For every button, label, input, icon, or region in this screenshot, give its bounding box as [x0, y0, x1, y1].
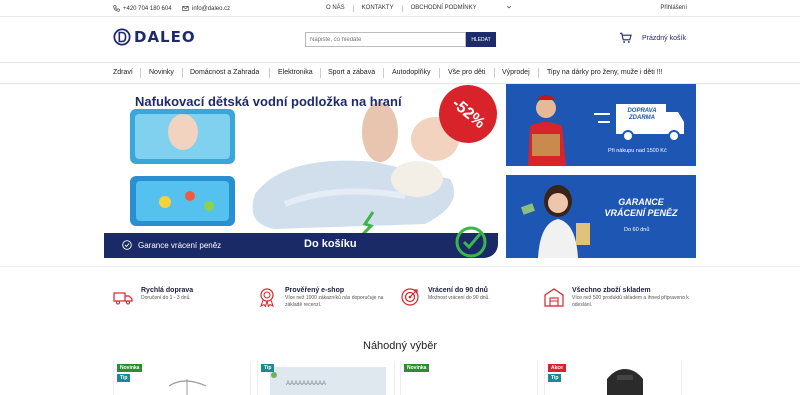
free-shipping-banner[interactable]: DOPRAVA ZDARMA Při nákupu nad 1500 Kč	[506, 84, 696, 166]
benefit-desc: Možnost vrácení do 90 dnů.	[428, 295, 490, 301]
link-contacts[interactable]: KONTAKTY	[354, 5, 403, 12]
product-card[interactable]: Novinka Tip	[113, 361, 251, 395]
benefit-verified-shop: Prověřený e-shop Více než 1000 zákazníků …	[257, 287, 392, 308]
search-input[interactable]	[305, 32, 466, 47]
nav-divider	[269, 68, 270, 78]
login-link[interactable]: Přihlášení	[660, 5, 687, 11]
add-to-cart-button[interactable]: Do košíku	[304, 238, 357, 250]
product-card[interactable]: Novinka	[400, 361, 538, 395]
nav-item-health[interactable]: Zdraví	[113, 69, 133, 76]
benefit-desc: Doručení do 1 - 3 dnů.	[141, 295, 191, 301]
top-bar: +420 704 180 604 info@daleo.cz O NÁS KON…	[0, 0, 800, 17]
daleo-logo-icon	[113, 28, 131, 46]
tag-tip: Tip	[117, 374, 131, 382]
svg-text:AAAAAAAAAA: AAAAAAAAAA	[286, 381, 326, 387]
nav-item-sale[interactable]: Výprodej	[502, 69, 530, 76]
hero-title: Nafukovací dětská vodní podložka na hran…	[135, 94, 402, 109]
free-shipping-line-2: ZDARMA	[629, 115, 655, 121]
phone-contact[interactable]: +420 704 180 604	[113, 5, 172, 12]
product-image: AAAAAAAAAA	[270, 367, 386, 395]
nav-divider	[494, 68, 495, 78]
warehouse-icon	[544, 288, 564, 307]
award-icon	[260, 288, 274, 307]
phone-icon	[113, 5, 120, 12]
hero-cta-bar: Garance vrácení peněz Do košíku	[104, 226, 498, 258]
tag-tip: Tip	[548, 374, 562, 382]
main-nav: Zdraví Novinky Domácnost a Zahrada Elekt…	[0, 63, 800, 84]
nav-divider	[383, 68, 384, 78]
free-shipping-line-1: DOPRAVA	[627, 108, 657, 114]
money-back-line-2: VRÁCENÍ PENĚZ	[604, 208, 678, 218]
logo-text: DALEO	[134, 28, 196, 46]
guarantee-note: Garance vrácení peněz	[122, 240, 221, 250]
nav-item-car-accessories[interactable]: Autodoplňky	[392, 69, 431, 76]
random-selection-title: Náhodný výběr	[363, 340, 437, 352]
guarantee-text: Garance vrácení peněz	[138, 240, 222, 250]
nav-divider	[182, 68, 183, 78]
cart[interactable]: Prázdný košík	[619, 32, 686, 44]
free-shipping-title: DOPRAVA ZDARMA	[620, 108, 664, 122]
product-card[interactable]: Akce Tip	[544, 361, 682, 395]
benefits-row: Rychlá doprava Doručení do 1 - 3 dnů. Pro…	[0, 266, 800, 322]
nav-item-gift-tips[interactable]: Tipy na dárky pro ženy, muže i děti !!!	[547, 69, 663, 76]
search-button[interactable]: HLEDAT	[466, 32, 496, 47]
tag-new: Novinka	[117, 364, 143, 372]
tag-sale: Akce	[548, 364, 566, 372]
benefit-title: Prověřený e-shop	[285, 287, 345, 294]
benefit-in-stock: Všechno zboží skladem Více než 500 produk…	[544, 287, 694, 308]
money-back-title: GARANCE VRÁCENÍ PENĚZ	[601, 197, 681, 219]
benefit-fast-delivery: Rychlá doprava Doručení do 1 - 3 dnů.	[113, 287, 243, 307]
product-card[interactable]: AAAAAAAAAA Tip	[257, 361, 395, 395]
shield-check-icon	[122, 240, 132, 250]
email-contact[interactable]: info@daleo.cz	[182, 5, 230, 12]
target-icon	[401, 288, 419, 306]
benefit-desc: Více než 1000 zákazníků nás doporučuje n…	[285, 295, 384, 308]
header: DALEO HLEDAT Prázdný košík	[0, 17, 800, 63]
benefit-desc: Více než 500 produktů skladem a ihned př…	[572, 295, 689, 308]
money-back-subtitle: Do 60 dnů	[624, 227, 650, 233]
check-circle-icon	[455, 226, 487, 258]
nav-divider	[320, 68, 321, 78]
top-links: O NÁS KONTAKTY OBCHODNÍ PODMÍNKY	[318, 5, 485, 12]
logo[interactable]: DALEO	[113, 28, 196, 46]
benefit-title: Vrácení do 90 dnů	[428, 287, 488, 294]
nav-item-electronics[interactable]: Elektronika	[278, 69, 313, 76]
nav-divider	[439, 68, 440, 78]
tag-new: Novinka	[404, 364, 430, 372]
benefit-title: Všechno zboží skladem	[572, 287, 651, 294]
nav-divider	[538, 68, 539, 78]
cart-label: Prázdný košík	[642, 34, 686, 42]
nav-divider	[140, 68, 141, 78]
nav-item-sport[interactable]: Sport a zábava	[328, 69, 375, 76]
chevron-down-icon[interactable]	[506, 4, 512, 10]
tag-tip: Tip	[261, 364, 275, 372]
money-back-banner[interactable]: GARANCE VRÁCENÍ PENĚZ Do 60 dnů	[506, 175, 696, 258]
truck-icon	[113, 292, 133, 305]
benefit-returns: Vrácení do 90 dnů Možnost vrácení do 90 d…	[400, 287, 530, 307]
cart-icon	[619, 32, 632, 43]
phone-number: +420 704 180 604	[123, 5, 172, 12]
nav-item-news[interactable]: Novinky	[149, 69, 174, 76]
link-about[interactable]: O NÁS	[318, 5, 354, 12]
delivery-man-illustration	[528, 95, 684, 166]
search-form: HLEDAT	[305, 32, 496, 47]
mail-icon	[182, 6, 189, 11]
email-address: info@daleo.cz	[192, 5, 231, 12]
benefit-title: Rychlá doprava	[141, 287, 194, 294]
money-back-line-1: GARANCE	[618, 197, 664, 207]
nav-item-home-garden[interactable]: Domácnost a Zahrada	[190, 69, 259, 76]
link-terms[interactable]: OBCHODNÍ PODMÍNKY	[403, 5, 485, 12]
nav-item-kids[interactable]: Vše pro děti	[448, 69, 485, 76]
free-shipping-subtitle: Při nákupu nad 1500 Kč	[608, 148, 667, 154]
